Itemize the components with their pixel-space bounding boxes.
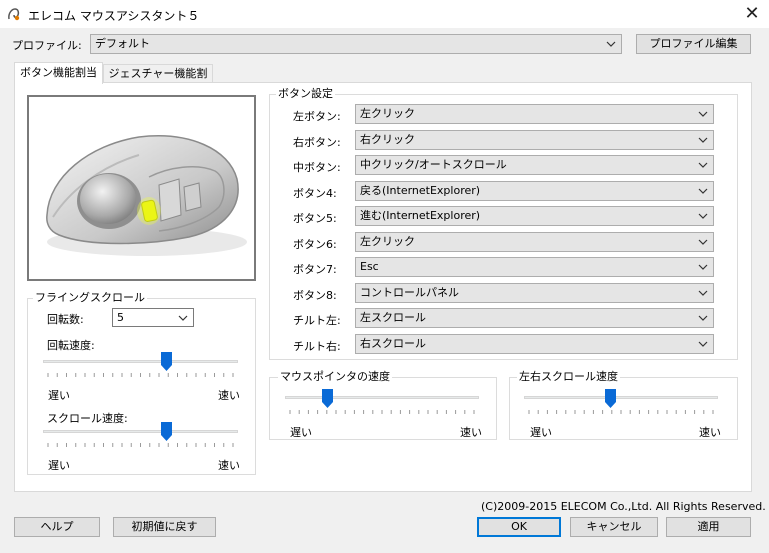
slider-track <box>43 430 238 433</box>
hscroll-slow-label: 遅い <box>530 426 552 439</box>
chevron-down-icon <box>698 315 708 321</box>
ok-button[interactable]: OK <box>477 517 561 537</box>
button-row-label: ボタン5: <box>293 212 337 225</box>
chevron-down-icon <box>698 290 708 296</box>
pointer-speed-title: マウスポインタの速度 <box>278 370 392 383</box>
button-assignment-select[interactable]: Esc <box>355 257 714 277</box>
chevron-down-icon <box>178 315 188 321</box>
rotation-speed-slider[interactable] <box>43 352 238 380</box>
button-assignment-value: 進む(InternetExplorer) <box>360 209 481 222</box>
rotation-slow-label: 遅い <box>48 389 70 402</box>
pointer-slow-label: 遅い <box>290 426 312 439</box>
tab-button-assignment[interactable]: ボタン機能割当 <box>14 62 103 84</box>
chevron-down-icon <box>698 213 708 219</box>
button-assignment-select[interactable]: 左クリック <box>355 231 714 252</box>
slider-track <box>43 360 238 363</box>
button-row-label: 右ボタン: <box>293 135 341 149</box>
slider-thumb[interactable] <box>321 389 333 408</box>
slider-thumb[interactable] <box>160 422 172 441</box>
button-assignment-value: 戻る(InternetExplorer) <box>360 183 481 197</box>
hscroll-speed-title: 左右スクロール速度 <box>517 370 620 383</box>
button-assignment-select[interactable]: 戻る(InternetExplorer) <box>355 180 714 201</box>
chevron-down-icon <box>698 264 708 270</box>
button-assignment-select[interactable]: 右スクロール <box>355 333 714 354</box>
chevron-down-icon <box>698 188 708 194</box>
button-assignment-select[interactable]: 左スクロール <box>355 308 714 328</box>
tab-gesture-assignment[interactable]: ジェスチャー機能割当 <box>103 64 213 97</box>
button-row-label: ボタン7: <box>293 263 337 276</box>
scroll-slow-label: 遅い <box>48 459 70 472</box>
slider-ticks <box>47 373 234 377</box>
button-row-label: チルト右: <box>293 339 341 353</box>
button-assignment-select[interactable]: 左クリック <box>355 104 714 124</box>
button-assignment-select[interactable]: コントロールパネル <box>355 282 714 303</box>
button-row-label: 左ボタン: <box>293 110 341 123</box>
scroll-speed-slider[interactable] <box>43 422 238 450</box>
chevron-down-icon <box>698 341 708 347</box>
button-assignment-value: 右クリック <box>360 132 415 146</box>
rotation-speed-label: 回転速度: <box>47 339 95 352</box>
pointer-fast-label: 速い <box>460 426 482 439</box>
button-settings-title: ボタン設定 <box>276 87 335 100</box>
chevron-down-icon <box>698 137 708 143</box>
button-assignment-value: 左クリック <box>360 107 415 120</box>
pointer-speed-slider[interactable] <box>285 389 479 417</box>
button-row-label: ボタン6: <box>293 237 337 251</box>
cancel-button[interactable]: キャンセル <box>570 517 658 537</box>
button-assignment-value: Esc <box>360 260 379 273</box>
close-icon[interactable]: ✕ <box>740 3 764 25</box>
scroll-fast-label: 速い <box>218 459 240 472</box>
slider-track <box>524 396 718 399</box>
copyright-text: (C)2009-2015 ELECOM Co.,Ltd. All Rights … <box>481 500 766 513</box>
reset-defaults-button[interactable]: 初期値に戻す <box>113 517 216 537</box>
help-button[interactable]: ヘルプ <box>14 517 100 537</box>
button-assignment-value: 中クリック/オートスクロール <box>360 158 507 171</box>
profile-select[interactable]: デフォルト <box>90 34 622 54</box>
chevron-down-icon <box>698 111 708 117</box>
chevron-down-icon <box>698 162 708 168</box>
hscroll-speed-slider[interactable] <box>524 389 718 417</box>
rotation-count-value: 5 <box>117 311 124 324</box>
slider-ticks <box>47 443 234 447</box>
hscroll-fast-label: 速い <box>699 426 721 439</box>
slider-thumb[interactable] <box>160 352 172 371</box>
button-row-label: ボタン8: <box>293 288 337 302</box>
button-assignment-select[interactable]: 右クリック <box>355 129 714 150</box>
button-row-label: チルト左: <box>293 314 341 327</box>
rotation-count-select[interactable]: 5 <box>112 308 194 327</box>
slider-ticks <box>528 410 714 414</box>
apply-button[interactable]: 適用 <box>666 517 751 537</box>
profile-label: プロファイル: <box>12 39 82 52</box>
rotation-count-label: 回転数: <box>47 313 84 326</box>
button-assignment-value: コントロールパネル <box>360 285 459 299</box>
slider-thumb[interactable] <box>604 389 616 408</box>
button-assignment-select[interactable]: 進む(InternetExplorer) <box>355 206 714 226</box>
button-row-label: ボタン4: <box>293 186 337 200</box>
button-assignment-value: 右スクロール <box>360 336 426 350</box>
trackball-mouse-image <box>46 135 247 256</box>
mouse-image-frame <box>27 95 256 281</box>
button-assignment-select[interactable]: 中クリック/オートスクロール <box>355 155 714 175</box>
button-assignment-value: 左クリック <box>360 234 415 248</box>
window-title: エレコム マウスアシスタント５ <box>28 9 200 23</box>
elecom-app-icon <box>8 8 20 21</box>
button-assignment-value: 左スクロール <box>360 311 426 324</box>
chevron-down-icon <box>698 239 708 245</box>
button-row-label: 中ボタン: <box>293 161 341 174</box>
slider-track <box>285 396 479 399</box>
rotation-fast-label: 速い <box>218 389 240 402</box>
profile-edit-button[interactable]: プロファイル編集 <box>636 34 751 54</box>
flying-scroll-title: フライングスクロール <box>33 291 147 304</box>
slider-ticks <box>289 410 475 414</box>
chevron-down-icon <box>606 41 616 47</box>
profile-select-value: デフォルト <box>95 37 150 50</box>
